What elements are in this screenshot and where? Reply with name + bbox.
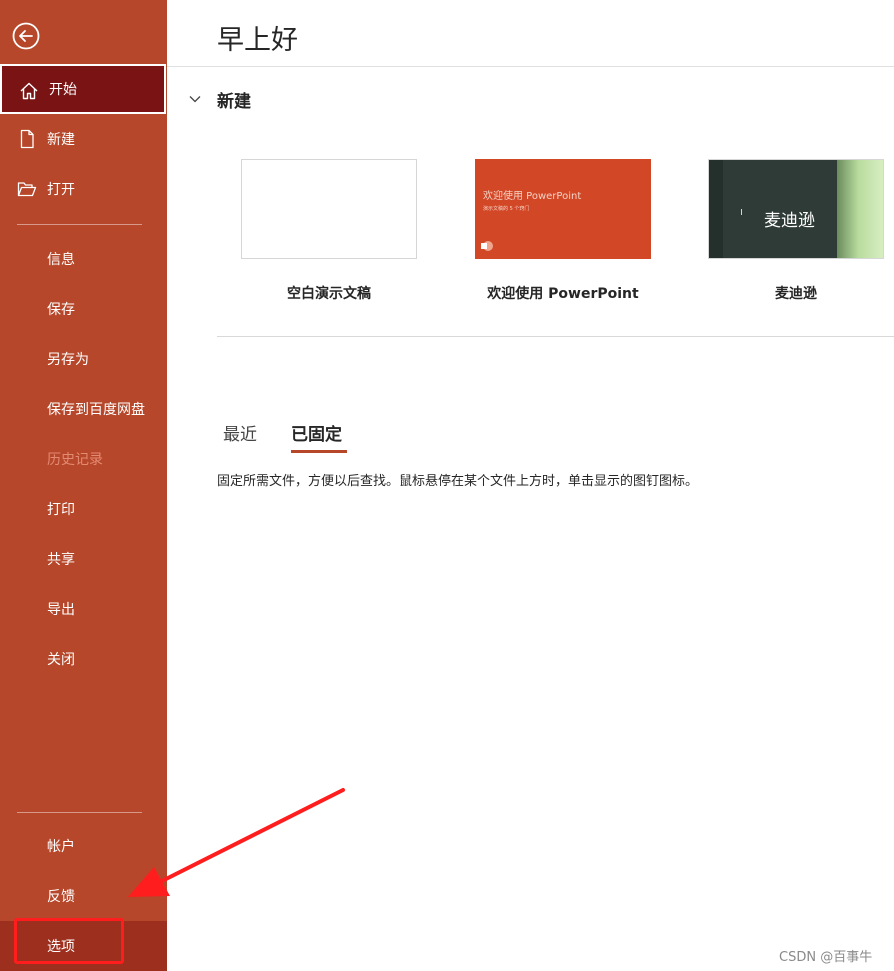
- page-title: 早上好: [217, 25, 298, 56]
- tab-recent[interactable]: 最近: [223, 420, 257, 454]
- thumbnail-green-gradient: [837, 160, 883, 258]
- sidebar-item-close[interactable]: 关闭: [0, 634, 167, 684]
- template-thumbnail: 欢迎使用 PowerPoint 演示文稿的 5 个窍门: [475, 159, 651, 259]
- sidebar-item-history: 历史记录: [0, 434, 167, 484]
- template-thumbnail: 麦迪逊: [708, 159, 884, 259]
- template-madison[interactable]: 麦迪逊 麦迪逊: [708, 159, 884, 302]
- chevron-down-icon: [189, 96, 201, 103]
- sidebar-item-home[interactable]: 开始: [0, 64, 166, 114]
- sidebar-item-print[interactable]: 打印: [0, 484, 167, 534]
- template-welcome-powerpoint[interactable]: 欢迎使用 PowerPoint 演示文稿的 5 个窍门 欢迎使用 PowerPo…: [475, 159, 651, 302]
- sidebar-item-info[interactable]: 信息: [0, 234, 167, 284]
- template-caption: 麦迪逊: [775, 286, 817, 302]
- sidebar-item-label: 关闭: [47, 652, 75, 668]
- sidebar-item-save-as[interactable]: 另存为: [0, 334, 167, 384]
- sidebar-item-label: 导出: [47, 602, 75, 618]
- thumbnail-accent-mark: [741, 209, 742, 215]
- thumbnail-title: 欢迎使用 PowerPoint: [483, 191, 582, 202]
- open-folder-icon: [17, 182, 37, 197]
- sidebar-item-share[interactable]: 共享: [0, 534, 167, 584]
- sidebar-item-label: 反馈: [47, 889, 75, 905]
- sidebar-item-open[interactable]: 打开: [0, 164, 167, 214]
- tab-pinned-label: 已固定: [291, 425, 342, 445]
- template-thumbnail: [241, 159, 417, 259]
- sidebar-item-label: 打开: [47, 182, 75, 198]
- sidebar-divider: [17, 224, 142, 225]
- sidebar-item-save-to-baidu[interactable]: 保存到百度网盘: [0, 384, 167, 434]
- sidebar-item-export[interactable]: 导出: [0, 584, 167, 634]
- annotation-highlight-box: [14, 918, 124, 964]
- pinned-empty-hint: 固定所需文件，方便以后查找。鼠标悬停在某个文件上方时，单击显示的图钉图标。: [217, 474, 699, 489]
- sidebar-item-new[interactable]: 新建: [0, 114, 167, 164]
- back-arrow-icon: [12, 22, 40, 50]
- new-section-title: 新建: [217, 91, 251, 112]
- back-button[interactable]: [12, 22, 40, 50]
- section-divider: [217, 336, 894, 337]
- sidebar-item-feedback[interactable]: 反馈: [0, 871, 167, 921]
- template-blank-presentation[interactable]: 空白演示文稿: [241, 159, 417, 302]
- tab-selected-underline: [291, 450, 347, 453]
- sidebar-item-label: 新建: [47, 132, 75, 148]
- sidebar-item-label: 帐户: [47, 839, 75, 855]
- header-divider: [167, 66, 894, 67]
- powerpoint-logo-icon: [481, 241, 493, 251]
- template-caption: 空白演示文稿: [287, 286, 371, 302]
- tab-pinned[interactable]: 已固定: [291, 420, 347, 454]
- sidebar-item-label: 另存为: [47, 352, 89, 368]
- sidebar-item-account[interactable]: 帐户: [0, 821, 167, 871]
- sidebar-item-label: 开始: [49, 82, 77, 98]
- watermark: CSDN @百事牛: [779, 950, 873, 965]
- sidebar-item-label: 保存: [47, 302, 75, 318]
- new-file-icon: [20, 129, 34, 149]
- sidebar-item-label: 打印: [47, 502, 75, 518]
- sidebar-divider: [17, 812, 142, 813]
- home-icon: [20, 82, 38, 100]
- sidebar-item-label: 保存到百度网盘: [47, 402, 145, 418]
- new-section-toggle[interactable]: 新建: [188, 86, 251, 112]
- backstage-sidebar: 开始 新建 打开 信息 保存 另存为 保存到百度网盘 历史记录 打印 共享 导出…: [0, 0, 167, 971]
- sidebar-item-label: 历史记录: [47, 452, 103, 468]
- thumbnail-title: 麦迪逊: [764, 211, 815, 231]
- sidebar-item-label: 共享: [47, 552, 75, 568]
- template-caption: 欢迎使用 PowerPoint: [487, 286, 639, 302]
- thumbnail-side-bar: [709, 160, 723, 258]
- sidebar-item-save[interactable]: 保存: [0, 284, 167, 334]
- sidebar-item-label: 信息: [47, 252, 75, 268]
- thumbnail-subtitle: 演示文稿的 5 个窍门: [483, 206, 530, 212]
